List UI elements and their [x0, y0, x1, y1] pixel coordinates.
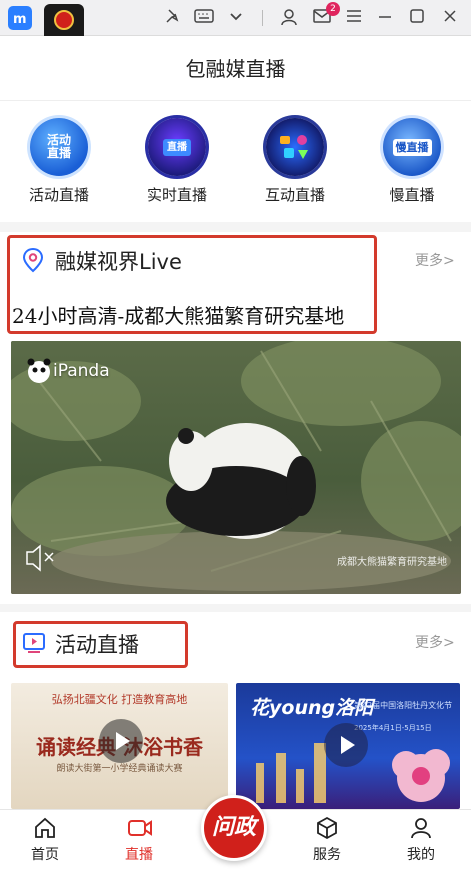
window-titlebar: m 2 — [0, 0, 471, 36]
play-button[interactable] — [99, 719, 143, 763]
section-divider — [0, 604, 471, 612]
interactive-symbols-icon — [280, 135, 308, 159]
event-card-luoyang[interactable]: 花young洛阳 第42届中国洛阳牡丹文化节 2025年4月1日-5月15日 — [236, 683, 460, 809]
svg-text:m: m — [13, 12, 27, 27]
maximize-icon[interactable] — [407, 8, 427, 28]
live-more-link[interactable]: 更多> — [415, 250, 455, 270]
divider — [262, 10, 263, 26]
category-label: 活动直播 — [28, 186, 89, 204]
live-section-title: 融媒视界Live — [55, 250, 182, 274]
mail-icon[interactable]: 2 — [312, 2, 340, 28]
activity-live-icon: 活动 直播 — [30, 118, 88, 176]
nav-live[interactable]: 直播 — [104, 810, 174, 875]
page-title: 包融媒直播 — [0, 37, 471, 101]
pin-icon[interactable] — [162, 8, 182, 28]
event-card-topline: 弘扬北疆文化 打造教育高地 — [51, 693, 188, 706]
slow-live-icon: 慢直播 — [383, 118, 441, 176]
app-window: m 2 包融媒直播 活动 直播 活动直播 直播 实时直播 互动直播 慢直播 慢直… — [0, 0, 471, 875]
nav-label: 我的 — [407, 847, 435, 863]
close-icon[interactable] — [440, 8, 460, 28]
category-label: 互动直播 — [264, 186, 325, 204]
event-card-reading[interactable]: 弘扬北疆文化 打造教育高地 诵读经典 沐浴书香 朗读大街第一小学经典诵读大赛 — [11, 683, 228, 809]
category-slow-live[interactable]: 慢直播 慢直播 — [362, 118, 462, 205]
location-pin-icon — [21, 247, 45, 277]
service-box-icon — [317, 816, 337, 840]
nav-label: 首页 — [31, 847, 59, 863]
category-realtime-live[interactable]: 直播 实时直播 — [127, 118, 227, 205]
live-categories: 活动 直播 活动直播 直播 实时直播 互动直播 慢直播 慢直播 — [0, 102, 471, 222]
interactive-live-icon — [266, 118, 324, 176]
ipanda-watermark: iPanda — [53, 361, 110, 381]
menu-icon[interactable] — [344, 8, 364, 28]
chevron-down-icon[interactable] — [227, 8, 245, 28]
stream-title[interactable]: 24小时高清-成都大熊猫繁育研究基地 — [12, 300, 344, 329]
activity-more-link[interactable]: 更多> — [415, 632, 455, 652]
nav-home[interactable]: 首页 — [10, 810, 80, 875]
nav-label: 服务 — [313, 847, 341, 863]
emblem-icon — [54, 10, 74, 30]
live-video-icon — [128, 820, 152, 836]
live-tv-icon — [22, 631, 46, 659]
notification-badge: 2 — [326, 2, 340, 16]
user-icon[interactable] — [279, 8, 299, 28]
category-interactive-live[interactable]: 互动直播 — [245, 118, 345, 205]
minimize-icon[interactable] — [375, 8, 395, 28]
keyboard-icon[interactable] — [193, 8, 215, 28]
play-button[interactable] — [324, 723, 368, 767]
realtime-live-icon: 直播 — [148, 118, 206, 176]
activity-section-title: 活动直播 — [55, 633, 139, 657]
app-logo-icon[interactable]: m — [8, 6, 32, 30]
nav-label: 直播 — [125, 847, 153, 863]
nav-profile[interactable]: 我的 — [386, 810, 456, 875]
section-divider — [0, 222, 471, 232]
nav-service[interactable]: 服务 — [292, 810, 362, 875]
video-caption-overlay: 成都大熊猫繁育研究基地 — [337, 557, 447, 568]
profile-icon — [411, 818, 431, 839]
category-label: 慢直播 — [389, 186, 435, 204]
category-activity-live[interactable]: 活动 直播 活动直播 — [9, 118, 109, 205]
category-label: 实时直播 — [146, 186, 207, 204]
tab-baorongmei[interactable] — [44, 4, 84, 36]
ipanda-logo-icon — [27, 358, 51, 383]
home-icon — [35, 817, 55, 838]
video-player[interactable]: iPanda 成都大熊猫繁育研究基地 — [11, 341, 461, 594]
wenzheng-button[interactable]: 问政 — [201, 795, 267, 861]
